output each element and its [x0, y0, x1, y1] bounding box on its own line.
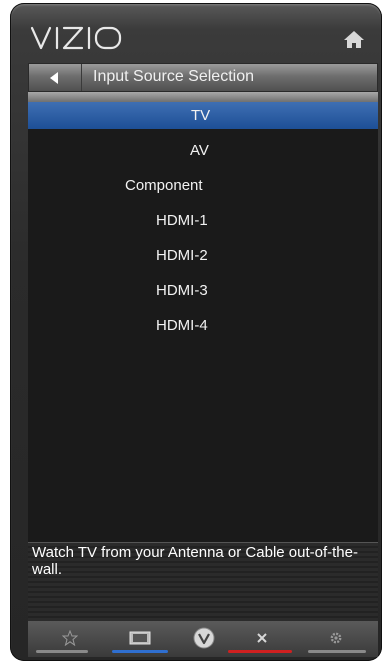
page-title: Input Source Selection — [93, 68, 254, 85]
vizio-v-icon — [193, 627, 215, 649]
menu-item-hdmi-1[interactable]: HDMI-1 — [28, 207, 378, 234]
menu-top-divider — [28, 92, 378, 102]
home-icon[interactable] — [342, 28, 366, 50]
back-arrow-icon — [50, 71, 58, 84]
menu-item-label: AV — [190, 142, 209, 159]
favorites-button[interactable] — [42, 625, 98, 651]
menu-item-av[interactable]: AV — [28, 137, 378, 164]
settings-button[interactable] — [308, 625, 364, 651]
menu-item-label: HDMI-3 — [156, 282, 208, 299]
menu-item-label: TV — [191, 107, 211, 124]
close-x-icon — [257, 633, 267, 643]
description-panel: Watch TV from your Antenna or Cable out-… — [28, 542, 378, 621]
aspect-accent-line — [112, 650, 168, 653]
favorites-accent-line — [36, 650, 88, 653]
menu-item-label: HDMI-1 — [156, 212, 208, 229]
vizio-button[interactable] — [176, 625, 232, 651]
menu-item-tv[interactable]: TV — [28, 102, 378, 129]
menu-item-label: HDMI-4 — [156, 317, 208, 334]
menu-item-hdmi-4[interactable]: HDMI-4 — [28, 312, 378, 339]
menu-item-label: HDMI-2 — [156, 247, 208, 264]
header-bar: Input Source Selection — [28, 63, 378, 92]
menu-item-label: Component — [125, 177, 203, 194]
gear-icon — [330, 632, 342, 644]
exit-accent-line — [228, 650, 292, 653]
bottom-toolbar — [28, 621, 378, 657]
vizio-logo — [30, 26, 122, 50]
aspect-ratio-button[interactable] — [112, 625, 168, 651]
menu-item-hdmi-2[interactable]: HDMI-2 — [28, 242, 378, 269]
menu-item-component[interactable]: Component — [28, 172, 378, 199]
input-source-list: TV AV Component HDMI-1 HDMI-2 HDMI-3 HDM… — [28, 92, 378, 542]
settings-accent-line — [308, 650, 366, 653]
back-button[interactable] — [29, 64, 82, 91]
aspect-ratio-icon — [129, 631, 151, 645]
exit-button[interactable] — [234, 625, 290, 651]
description-text: Watch TV from your Antenna or Cable out-… — [32, 544, 358, 578]
star-icon — [62, 630, 78, 646]
menu-item-hdmi-3[interactable]: HDMI-3 — [28, 277, 378, 304]
